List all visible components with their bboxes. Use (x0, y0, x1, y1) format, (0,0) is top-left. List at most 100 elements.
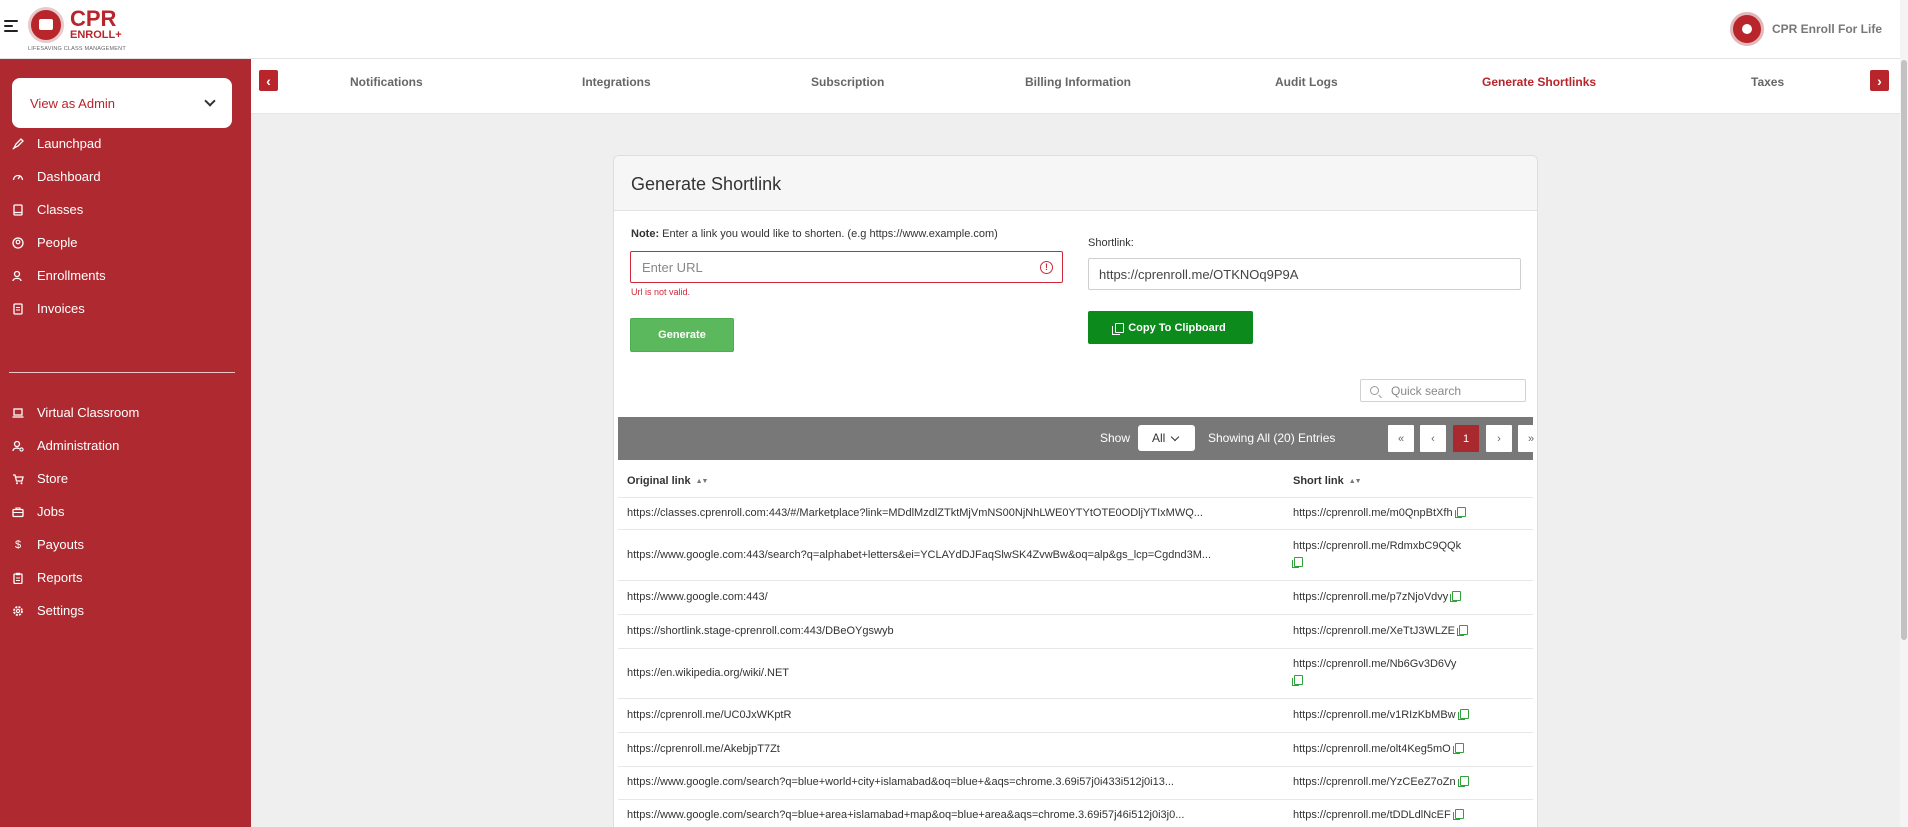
hamburger-menu-icon[interactable] (4, 20, 18, 34)
page-scrollbar[interactable] (1900, 0, 1908, 827)
short-link-text[interactable]: https://cprenroll.me/v1RIzKbMBw (1293, 709, 1456, 721)
copy-icon[interactable] (1452, 743, 1464, 754)
generate-button[interactable]: Generate (630, 318, 734, 352)
sidebar-item-launchpad[interactable]: Launchpad (0, 127, 251, 160)
copy-icon (1112, 322, 1125, 335)
gauge-icon (12, 171, 24, 183)
original-link-cell[interactable]: https://cprenroll.me/UC0JxWKptR (627, 709, 791, 721)
sidebar-item-label: Settings (37, 603, 84, 618)
copy-icon[interactable] (1450, 591, 1462, 602)
sidebar-item-invoices[interactable]: Invoices (0, 292, 251, 325)
copy-to-clipboard-button[interactable]: Copy To Clipboard (1088, 311, 1253, 344)
sidebar-item-classes[interactable]: Classes (0, 193, 251, 226)
sidebar-item-reports[interactable]: Reports (0, 561, 251, 594)
page-size-value: All (1152, 431, 1166, 445)
short-link-text[interactable]: https://cprenroll.me/tDDLdlNcEF (1293, 809, 1451, 821)
shortlinks-table-body: https://classes.cprenroll.com:443/#/Mark… (618, 497, 1533, 827)
copy-icon[interactable] (1457, 776, 1469, 787)
tab-notifications[interactable]: Notifications (350, 75, 423, 89)
shortlink-field[interactable]: https://cprenroll.me/OTKNOq9P9A (1088, 258, 1521, 290)
next-page-button[interactable]: › (1486, 425, 1512, 452)
tab-generate-shortlinks[interactable]: Generate Shortlinks (1482, 75, 1596, 89)
url-input[interactable] (642, 259, 1040, 275)
short-link-cell: https://cprenroll.me/RdmxbC9QQk (1292, 538, 1493, 572)
brand-logo[interactable]: CPR ENROLL+ LIFESAVING CLASS MANAGEMENT (28, 6, 136, 52)
shortlink-label: Shortlink: (1088, 237, 1134, 249)
tab-audit-logs[interactable]: Audit Logs (1275, 75, 1338, 89)
top-bar: CPR ENROLL+ LIFESAVING CLASS MANAGEMENT … (0, 0, 1908, 59)
copy-button-label: Copy To Clipboard (1128, 321, 1226, 334)
copy-icon[interactable] (1457, 709, 1469, 720)
short-link-text[interactable]: https://cprenroll.me/p7zNjoVdvy (1293, 591, 1448, 603)
copy-icon[interactable] (1452, 809, 1464, 820)
page-1-button[interactable]: 1 (1453, 425, 1479, 452)
tab-taxes[interactable]: Taxes (1751, 75, 1784, 89)
sidebar-item-administration[interactable]: Administration (0, 429, 251, 462)
table-row: https://www.google.com:443/search?q=alph… (618, 529, 1533, 580)
table-header: Original link ▲▼ Short link ▲▼ (618, 461, 1533, 497)
copy-icon[interactable] (1292, 675, 1303, 686)
card-title: Generate Shortlink (614, 156, 1537, 211)
table-row: https://classes.cprenroll.com:443/#/Mark… (618, 497, 1533, 529)
prev-page-button[interactable]: ‹ (1420, 425, 1446, 452)
sidebar-item-label: Invoices (37, 301, 85, 316)
short-link-cell: https://cprenroll.me/p7zNjoVdvy (1293, 589, 1493, 606)
original-link-cell[interactable]: https://classes.cprenroll.com:443/#/Mark… (627, 507, 1203, 519)
sidebar-item-settings[interactable]: Settings (0, 594, 251, 627)
sidebar-item-people[interactable]: People (0, 226, 251, 259)
short-link-cell: https://cprenroll.me/Nb6Gv3D6Vy (1292, 656, 1493, 690)
view-as-select[interactable]: View as Admin (12, 78, 232, 128)
short-link-text[interactable]: https://cprenroll.me/XeTtJ3WLZE (1293, 625, 1455, 637)
original-link-cell[interactable]: https://www.google.com:443/search?q=alph… (627, 549, 1211, 561)
original-link-cell[interactable]: https://shortlink.stage-cprenroll.com:44… (627, 625, 894, 637)
last-page-button[interactable]: » (1518, 425, 1537, 452)
table-row: https://www.google.com/search?q=blue+are… (618, 799, 1533, 827)
column-label: Original link (627, 475, 691, 487)
short-link-cell: https://cprenroll.me/tDDLdlNcEF (1293, 807, 1493, 824)
tab-subscription[interactable]: Subscription (811, 75, 884, 89)
sidebar-item-virtual-classroom[interactable]: Virtual Classroom (0, 396, 251, 429)
sidebar-item-label: Classes (37, 202, 84, 217)
copy-icon[interactable] (1292, 557, 1303, 568)
url-field[interactable]: ! (630, 251, 1063, 283)
original-link-cell[interactable]: https://www.google.com/search?q=blue+wor… (627, 776, 1174, 788)
sidebar-item-store[interactable]: Store (0, 462, 251, 495)
short-link-text[interactable]: https://cprenroll.me/Nb6Gv3D6Vy (1293, 658, 1456, 670)
copy-icon[interactable] (1454, 507, 1466, 518)
page-size-select[interactable]: All (1138, 425, 1195, 451)
sidebar-divider (9, 372, 235, 373)
person-icon (12, 236, 24, 249)
short-link-text[interactable]: https://cprenroll.me/YzCEeZ7oZn (1293, 776, 1456, 788)
column-header-short-link[interactable]: Short link ▲▼ (1293, 475, 1362, 487)
sidebar-item-label: Enrollments (37, 268, 106, 283)
quick-search-input[interactable] (1391, 383, 1521, 398)
sidebar-item-payouts[interactable]: $ Payouts (0, 528, 251, 561)
short-link-text[interactable]: https://cprenroll.me/m0QnpBtXfh (1293, 507, 1453, 519)
sidebar-item-label: Payouts (37, 537, 84, 552)
sidebar-item-jobs[interactable]: Jobs (0, 495, 251, 528)
sidebar-item-label: Dashboard (37, 169, 101, 184)
original-link-cell[interactable]: https://www.google.com:443/ (627, 591, 768, 603)
entries-count: Showing All (20) Entries (1208, 431, 1336, 445)
original-link-cell[interactable]: https://en.wikipedia.org/wiki/.NET (627, 667, 789, 679)
tab-integrations[interactable]: Integrations (582, 75, 651, 89)
first-page-button[interactable]: « (1388, 425, 1414, 452)
org-profile[interactable]: CPR Enroll For Life (1729, 12, 1882, 46)
tabs-prev-arrow-icon[interactable]: ‹ (259, 70, 278, 91)
short-link-text[interactable]: https://cprenroll.me/RdmxbC9QQk (1293, 540, 1461, 552)
laptop-icon (12, 407, 24, 419)
table-row: https://cprenroll.me/AkebjpT7Zt https://… (618, 732, 1533, 766)
tabs-next-arrow-icon[interactable]: › (1870, 70, 1889, 91)
original-link-cell[interactable]: https://www.google.com/search?q=blue+are… (627, 809, 1184, 821)
short-link-cell: https://cprenroll.me/m0QnpBtXfh (1293, 505, 1493, 522)
short-link-text[interactable]: https://cprenroll.me/olt4Keg5mO (1293, 743, 1451, 755)
show-label: Show (1100, 431, 1131, 445)
original-link-cell[interactable]: https://cprenroll.me/AkebjpT7Zt (627, 743, 780, 755)
sidebar-item-enrollments[interactable]: Enrollments (0, 259, 251, 292)
column-header-original-link[interactable]: Original link ▲▼ (627, 475, 708, 487)
tab-billing-information[interactable]: Billing Information (1025, 75, 1131, 89)
quick-search-field[interactable] (1360, 379, 1526, 402)
copy-icon[interactable] (1457, 625, 1468, 636)
sidebar-item-dashboard[interactable]: Dashboard (0, 160, 251, 193)
scrollbar-thumb[interactable] (1901, 60, 1907, 640)
